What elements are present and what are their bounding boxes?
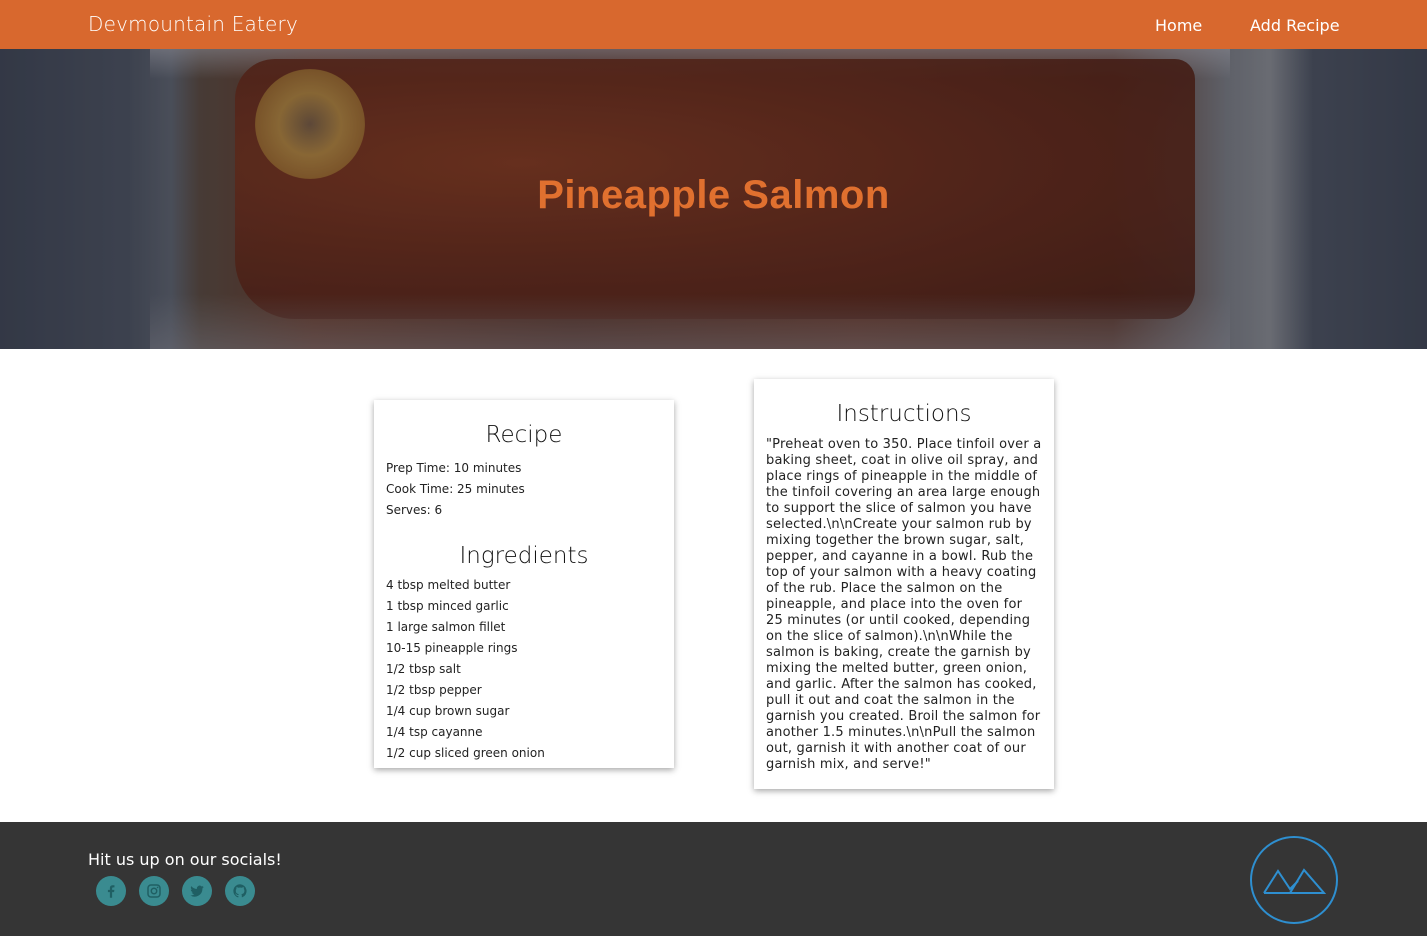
instructions-heading: Instructions [836, 401, 972, 427]
ingredient-item: 1/2 tbsp pepper [386, 683, 482, 697]
ingredient-item: 1/2 cup sliced green onion [386, 746, 545, 760]
mountain-logo-icon[interactable] [1249, 835, 1339, 925]
recipe-stats: Prep Time: 10 minutes Cook Time: 25 minu… [386, 458, 662, 521]
twitter-icon[interactable] [182, 876, 212, 906]
ingredient-item: 4 tbsp melted butter [386, 578, 511, 592]
ingredient-item: 1 tbsp minced garlic [386, 599, 509, 613]
nav-add-recipe-link[interactable]: Add Recipe [1250, 16, 1340, 35]
hero-banner: Pineapple Salmon [0, 49, 1427, 349]
cook-time: Cook Time: 25 minutes [386, 482, 525, 496]
recipe-title: Pineapple Salmon [537, 173, 890, 217]
ingredient-item: 1 large salmon fillet [386, 620, 506, 634]
instructions-text: "Preheat oven to 350. Place tinfoil over… [766, 437, 1042, 772]
github-icon[interactable] [225, 876, 255, 906]
ingredient-item: 1/4 tsp cayanne [386, 725, 483, 739]
footer: Hit us up on our socials! [0, 822, 1427, 936]
ingredients-list: 4 tbsp melted butter 1 tbsp minced garli… [386, 575, 662, 764]
recipe-card: Recipe Prep Time: 10 minutes Cook Time: … [374, 400, 674, 768]
nav-home-link[interactable]: Home [1155, 16, 1202, 35]
ingredient-item: 10-15 pineapple rings [386, 641, 518, 655]
instructions-card: Instructions "Preheat oven to 350. Place… [754, 379, 1054, 789]
ingredients-heading: Ingredients [459, 543, 589, 569]
serves: Serves: 6 [386, 503, 443, 517]
instagram-icon[interactable] [139, 876, 169, 906]
facebook-icon[interactable] [96, 876, 126, 906]
ingredient-item: 1/2 tbsp salt [386, 662, 461, 676]
brand-name[interactable]: Devmountain Eatery [88, 12, 298, 36]
footer-tagline: Hit us up on our socials! [88, 850, 282, 869]
top-navbar: Devmountain Eatery Home Add Recipe [0, 0, 1427, 49]
recipe-heading: Recipe [485, 422, 563, 448]
ingredient-item: 1/4 cup brown sugar [386, 704, 510, 718]
prep-time: Prep Time: 10 minutes [386, 461, 522, 475]
